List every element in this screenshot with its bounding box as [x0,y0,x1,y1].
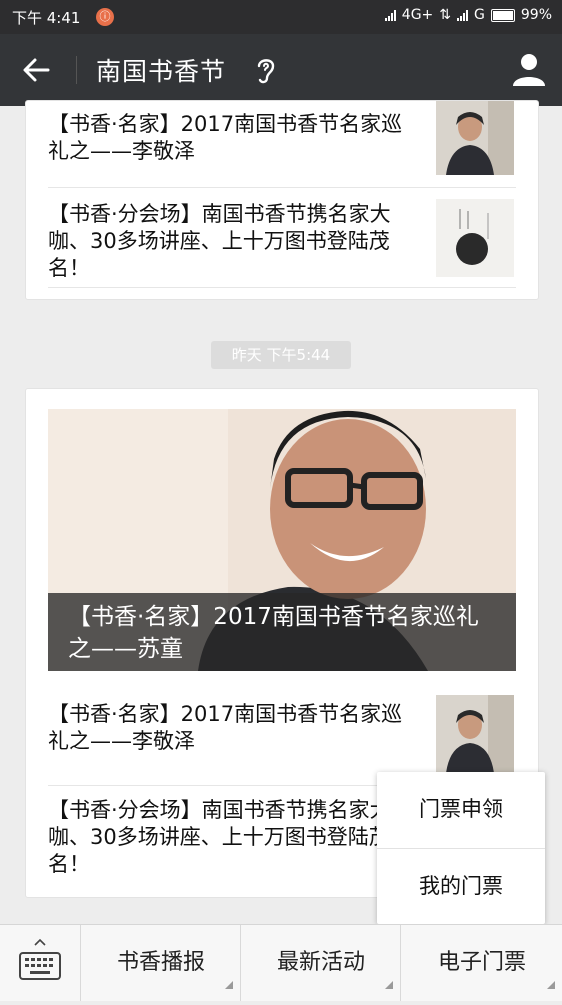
submenu-indicator-icon [225,981,233,989]
status-indicators: 4G+ ⇅ G 99% [384,7,552,23]
article-row[interactable]: 【书香·分会场】南国书香节携名家大咖、30多场讲座、上十万图书登陆茂名！ [48,187,516,288]
menu-item-ticket-apply[interactable]: 门票申领 [377,772,545,847]
submenu-indicator-icon [385,981,393,989]
tab-label: 最新活动 [276,950,365,975]
tab-news[interactable]: 书香播报 [80,925,241,1001]
tab-e-tickets[interactable]: 电子门票 [400,925,562,1001]
article-title: 【书香·分会场】南国书香节携名家大咖、30多场讲座、上十万图书登陆茂名！ [48,202,391,280]
status-time: 下午 4:41 [12,9,81,27]
battery-icon [490,8,515,22]
article-title: 【书香·名家】2017南国书香节名家巡礼之——李敬泽 [48,112,403,163]
network-type-1: 4G+ [401,7,434,23]
menu-item-my-tickets[interactable]: 我的门票 [377,849,545,924]
keyboard-icon [19,938,61,980]
article-card-previous: 【书香·名家】2017南国书香节名家巡礼之——李敬泽 【书香·分会场】南国书香节… [25,100,539,300]
hero-article[interactable]: 【书香·名家】2017南国书香节名家巡礼之——苏童 [48,409,516,671]
tab-latest-events[interactable]: 最新活动 [240,925,401,1001]
article-thumbnail [436,199,514,277]
page-title: 南国书香节 [96,57,227,86]
article-thumbnail [436,695,514,773]
status-bar: 下午 4:41 ⓘ 4G+ ⇅ G 99% [0,0,562,34]
network-type-2: G [474,7,485,23]
signal-icon-2 [457,9,469,21]
notification-icon: ⓘ [96,8,114,26]
signal-icon [384,9,396,21]
nav-bar: 南国书香节 [0,34,562,106]
hero-caption: 【书香·名家】2017南国书香节名家巡礼之——苏童 [48,593,516,671]
ticket-popup-menu: 门票申领 我的门票 [377,772,545,924]
ear-icon[interactable] [252,54,280,86]
user-icon[interactable] [510,50,548,88]
tab-label: 电子门票 [437,950,526,975]
keyboard-toggle-button[interactable] [0,925,80,1001]
bottom-menu-bar: 书香播报 最新活动 电子门票 [0,924,562,1001]
article-title: 【书香·分会场】南国书香节携名家大咖、30多场讲座、上十万图书登陆茂名！ [48,798,391,876]
submenu-indicator-icon [547,981,555,989]
back-arrow-icon[interactable] [18,52,54,88]
article-row[interactable]: 【书香·名家】2017南国书香节名家巡礼之——李敬泽 [48,685,516,786]
battery-level: 99% [520,7,552,23]
tab-label: 书香播报 [116,950,205,975]
article-row[interactable]: 【书香·名家】2017南国书香节名家巡礼之——李敬泽 [48,101,516,188]
article-thumbnail [436,101,514,175]
article-title: 【书香·名家】2017南国书香节名家巡礼之——李敬泽 [48,702,403,753]
message-timestamp: 昨天 下午5:44 [211,341,351,369]
data-arrows-icon: ⇅ [439,7,452,23]
nav-divider [76,56,77,84]
